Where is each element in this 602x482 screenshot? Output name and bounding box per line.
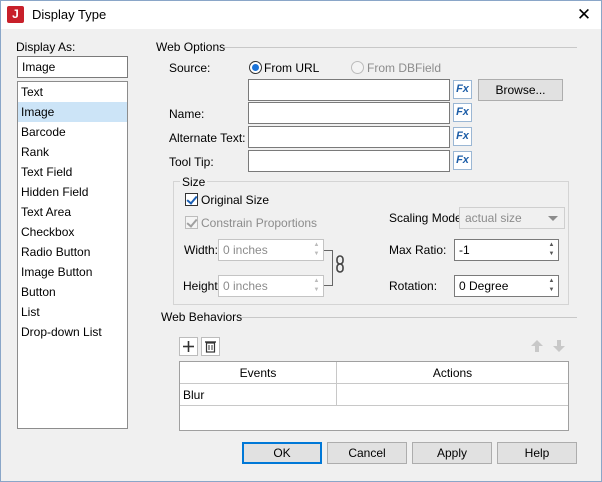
- list-item[interactable]: Radio Button: [18, 242, 127, 262]
- width-label: Width:: [184, 243, 219, 257]
- size-group-label: Size: [180, 175, 208, 189]
- width-value: 0 inches: [223, 243, 268, 257]
- height-down-icon[interactable]: ▼: [311, 286, 322, 295]
- web-behaviors-group-label: Web Behaviors: [161, 310, 243, 324]
- web-options-group-label: Web Options: [156, 40, 226, 54]
- list-item[interactable]: Checkbox: [18, 222, 127, 242]
- name-label: Name:: [169, 107, 205, 121]
- chain-link-icon[interactable]: [335, 255, 345, 273]
- original-size-label: Original Size: [201, 193, 270, 207]
- from-dbfield-label: From DBField: [367, 61, 442, 75]
- alt-text-input[interactable]: [248, 126, 450, 148]
- width-up-icon[interactable]: ▲: [311, 241, 322, 250]
- name-input[interactable]: [248, 102, 450, 124]
- list-item[interactable]: Drop-down List: [18, 322, 127, 342]
- max-ratio-value: -1: [459, 243, 470, 257]
- name-fx-button[interactable]: Fx: [453, 103, 472, 122]
- add-behavior-button[interactable]: [179, 337, 198, 356]
- actions-column-header[interactable]: Actions: [337, 362, 568, 384]
- constrain-proportions-checkbox[interactable]: [185, 216, 198, 229]
- height-label: Height:: [183, 279, 222, 293]
- table-row-event[interactable]: Blur: [180, 384, 337, 406]
- display-as-list[interactable]: Text Image Barcode Rank Text Field Hidden Fie…: [17, 81, 128, 429]
- scaling-mode-value: actual size: [465, 211, 522, 225]
- max-ratio-label: Max Ratio:: [389, 243, 447, 257]
- table-row-action[interactable]: [337, 384, 568, 406]
- display-as-input[interactable]: Image: [17, 56, 128, 78]
- close-icon[interactable]: ✕: [567, 1, 601, 29]
- delete-behavior-button[interactable]: [201, 337, 220, 356]
- height-spinner[interactable]: 0 inches ▲ ▼: [218, 275, 324, 297]
- from-url-radio[interactable]: [249, 61, 262, 74]
- events-column-header[interactable]: Events: [180, 362, 337, 384]
- tooltip-fx-button[interactable]: Fx: [453, 151, 472, 170]
- width-down-icon[interactable]: ▼: [311, 250, 322, 259]
- arrow-down-icon[interactable]: [551, 338, 567, 354]
- rotation-spinner[interactable]: 0 Degree ▲ ▼: [454, 275, 559, 297]
- web-behaviors-divider: [241, 317, 577, 318]
- scaling-mode-label: Scaling Mode:: [389, 211, 466, 225]
- original-size-checkbox[interactable]: [185, 193, 198, 206]
- web-options-divider: [223, 47, 577, 48]
- list-item[interactable]: Image Button: [18, 262, 127, 282]
- list-item[interactable]: List: [18, 302, 127, 322]
- list-item[interactable]: Text Area: [18, 202, 127, 222]
- display-type-dialog: J Display Type ✕ Display As: Image Text I…: [0, 0, 602, 482]
- ok-button[interactable]: OK: [242, 442, 322, 464]
- help-button[interactable]: Help: [497, 442, 577, 464]
- source-fx-button[interactable]: Fx: [453, 80, 472, 99]
- window-title: Display Type: [32, 7, 107, 22]
- tooltip-label: Tool Tip:: [169, 155, 214, 169]
- height-up-icon[interactable]: ▲: [311, 277, 322, 286]
- app-logo-icon: J: [7, 6, 24, 23]
- display-as-label: Display As:: [16, 40, 76, 54]
- arrow-up-icon[interactable]: [529, 338, 545, 354]
- scaling-mode-dropdown[interactable]: actual size: [459, 207, 565, 229]
- from-dbfield-radio[interactable]: [351, 61, 364, 74]
- list-item[interactable]: Button: [18, 282, 127, 302]
- list-item[interactable]: Text: [18, 82, 127, 102]
- tooltip-input[interactable]: [248, 150, 450, 172]
- list-item[interactable]: Image: [18, 102, 127, 122]
- height-value: 0 inches: [223, 279, 268, 293]
- max-ratio-up-icon[interactable]: ▲: [546, 241, 557, 250]
- title-bar: J Display Type ✕: [1, 1, 601, 29]
- plus-icon: [183, 341, 194, 352]
- alt-text-fx-button[interactable]: Fx: [453, 127, 472, 146]
- from-url-label: From URL: [264, 61, 320, 75]
- max-ratio-spinner[interactable]: -1 ▲ ▼: [454, 239, 559, 261]
- alt-text-label: Alternate Text:: [169, 131, 246, 145]
- constrain-proportions-label: Constrain Proportions: [201, 216, 318, 230]
- link-bracket: [324, 250, 333, 286]
- behaviors-table[interactable]: Events Actions Blur: [179, 361, 569, 431]
- rotation-value: 0 Degree: [459, 279, 509, 293]
- list-item[interactable]: Hidden Field: [18, 182, 127, 202]
- rotation-label: Rotation:: [389, 279, 438, 293]
- browse-button[interactable]: Browse...: [478, 79, 563, 101]
- source-url-input[interactable]: [248, 79, 450, 101]
- chevron-down-icon: [548, 216, 558, 221]
- list-item[interactable]: Rank: [18, 142, 127, 162]
- width-spinner[interactable]: 0 inches ▲ ▼: [218, 239, 324, 261]
- cancel-button[interactable]: Cancel: [327, 442, 407, 464]
- max-ratio-down-icon[interactable]: ▼: [546, 250, 557, 259]
- list-item[interactable]: Barcode: [18, 122, 127, 142]
- list-item[interactable]: Text Field: [18, 162, 127, 182]
- rotation-down-icon[interactable]: ▼: [546, 286, 557, 295]
- trash-icon: [205, 341, 216, 353]
- rotation-up-icon[interactable]: ▲: [546, 277, 557, 286]
- source-label: Source:: [169, 61, 211, 75]
- apply-button[interactable]: Apply: [412, 442, 492, 464]
